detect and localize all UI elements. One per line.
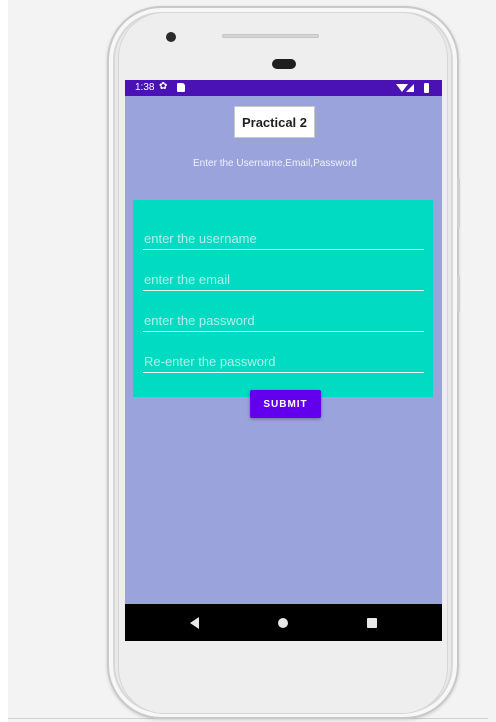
status-bar: 1:38 ✿ <box>125 80 442 96</box>
proximity-sensor <box>272 59 296 69</box>
recents-icon[interactable] <box>367 618 377 628</box>
email-field <box>143 269 424 291</box>
confirm-password-input[interactable] <box>143 351 424 372</box>
home-icon[interactable] <box>278 618 288 628</box>
power-button <box>457 178 460 228</box>
gear-icon: ✿ <box>159 81 168 92</box>
volume-button <box>457 276 460 312</box>
app-title: Practical 2 <box>234 106 315 138</box>
navigation-bar <box>125 604 442 641</box>
email-input[interactable] <box>143 269 424 290</box>
front-camera-icon <box>166 32 176 42</box>
sd-card-icon <box>177 83 185 92</box>
back-icon[interactable] <box>190 617 199 629</box>
battery-icon <box>424 83 429 93</box>
form-card <box>133 200 433 397</box>
phone-screen: 1:38 ✿ Practical 2 Enter the Username,Em… <box>125 80 442 641</box>
submit-button[interactable]: SUBMIT <box>250 390 321 418</box>
confirm-password-field <box>143 351 424 373</box>
username-field <box>143 228 424 250</box>
earpiece-speaker <box>222 34 319 38</box>
signal-icon <box>406 84 414 92</box>
status-time: 1:38 <box>135 82 155 93</box>
password-field <box>143 310 424 332</box>
instruction-text: Enter the Username,Email,Password <box>193 158 357 169</box>
password-input[interactable] <box>143 310 424 331</box>
username-input[interactable] <box>143 228 424 249</box>
